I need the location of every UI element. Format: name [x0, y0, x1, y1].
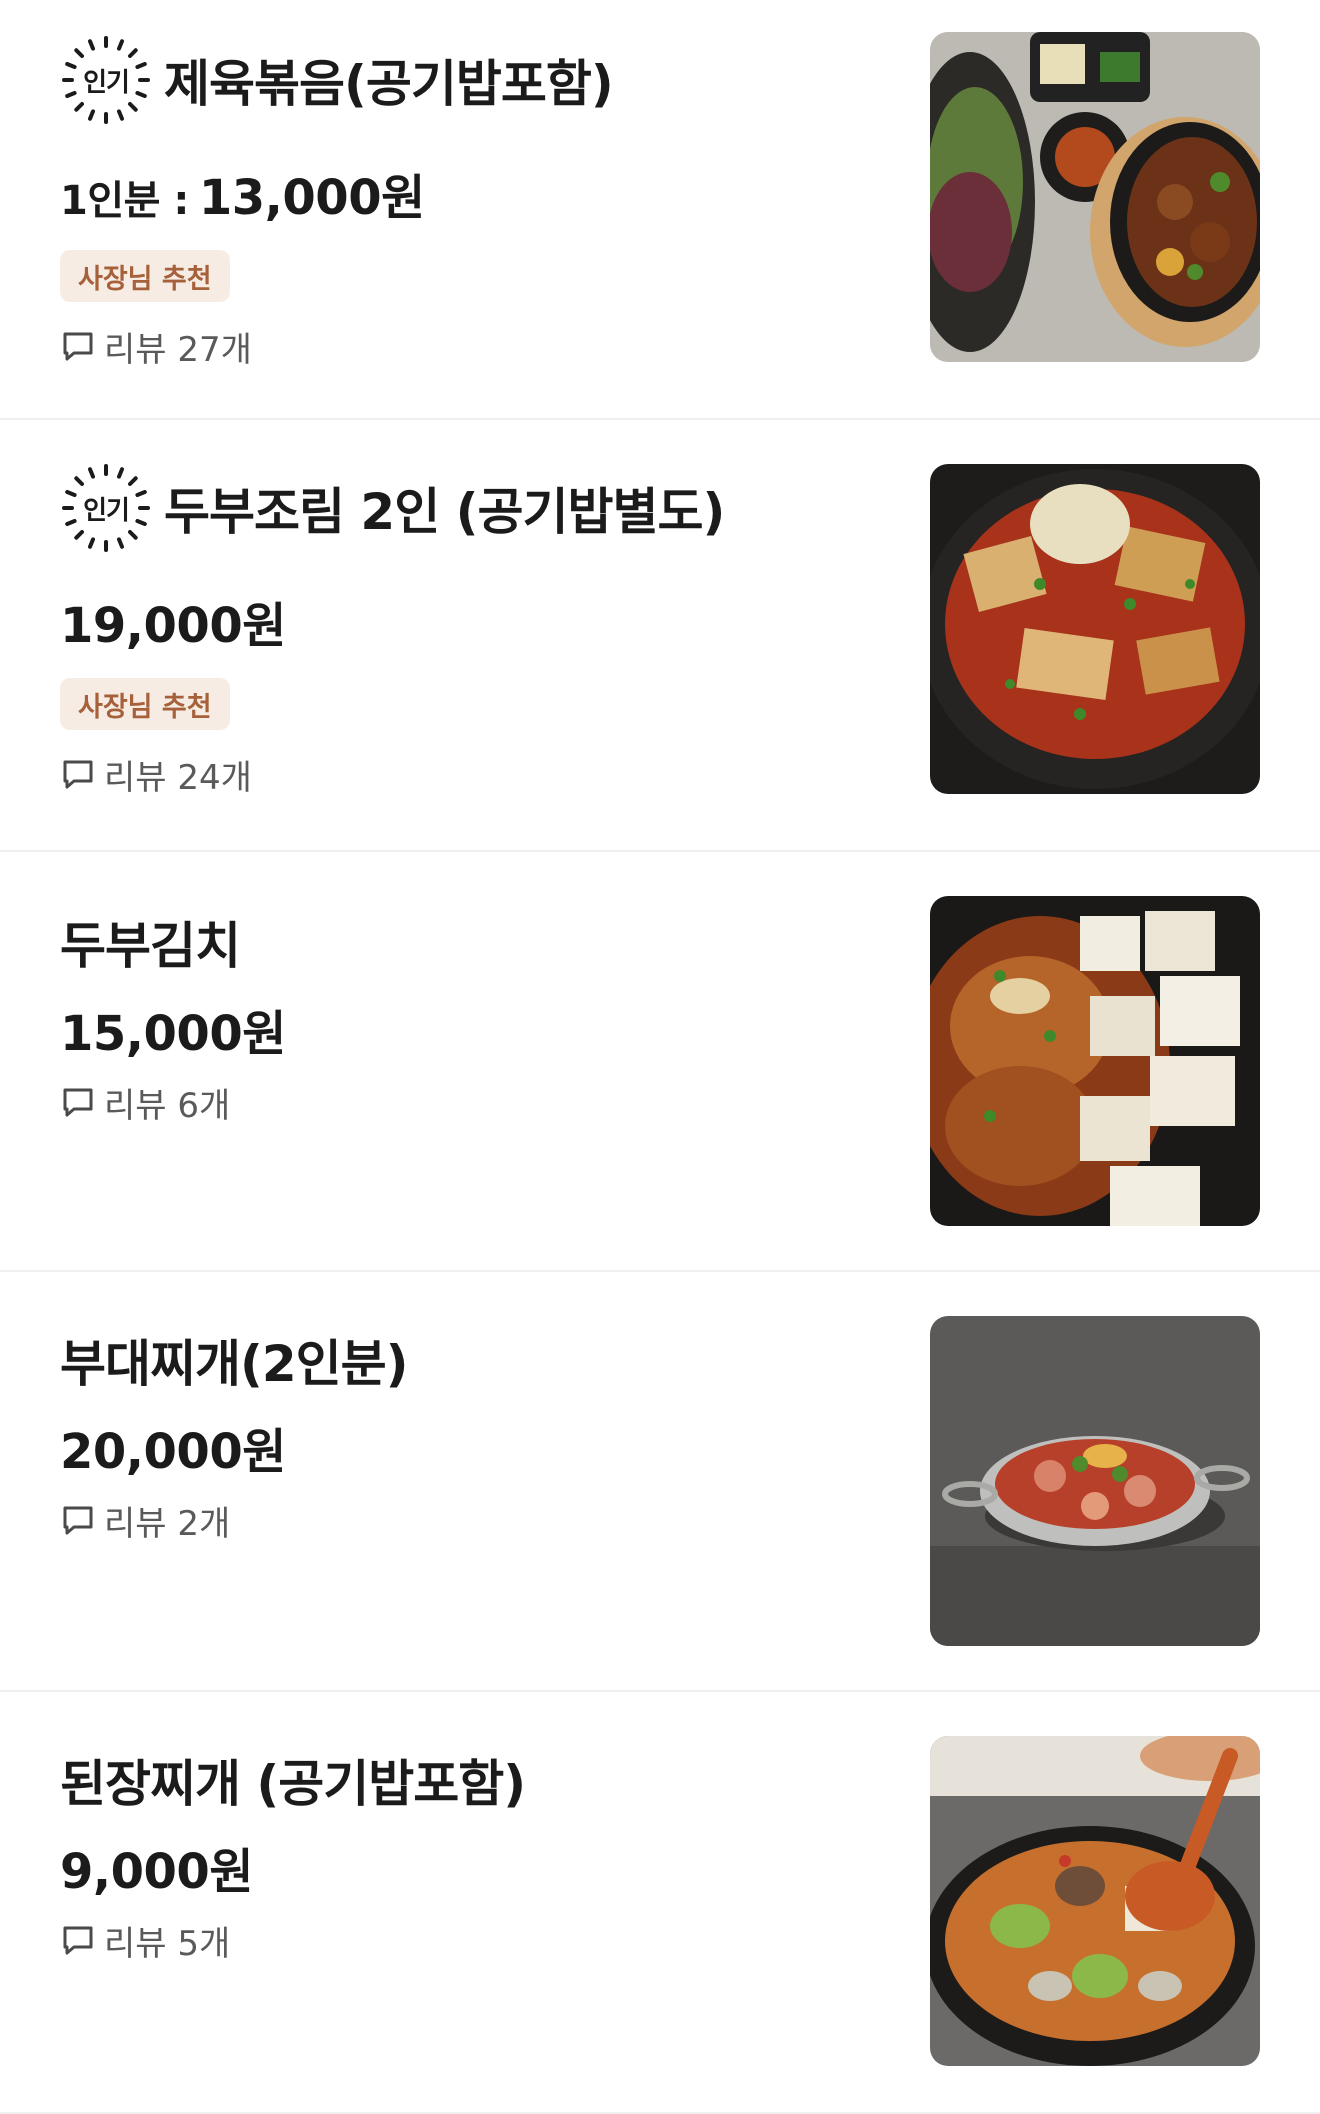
- title-row: 인기 두부조림 2인 (공기밥별도): [60, 462, 725, 554]
- menu-item-price: 9,000원: [60, 1832, 254, 1902]
- menu-item-dubu-kimchi[interactable]: 두부김치 15,000원 리뷰 6개: [0, 852, 1320, 1272]
- popular-badge: 인기: [60, 462, 152, 554]
- review-count: 리뷰 24개: [60, 752, 252, 798]
- popular-badge: 인기: [60, 34, 152, 126]
- menu-item-jeyuk[interactable]: 인기 제육볶음(공기밥포함) 1인분 :13,000원 사장님 추천 리뷰 27…: [0, 0, 1320, 420]
- review-label: 리뷰: [104, 757, 167, 798]
- popular-badge-label: 인기: [83, 67, 130, 98]
- review-label: 리뷰: [104, 1923, 167, 1964]
- review-count: 리뷰 6개: [60, 1080, 231, 1126]
- title-row: 부대찌개(2인분): [60, 1314, 408, 1406]
- review-count-value: 24개: [177, 757, 252, 798]
- menu-item-title: 부대찌개(2인분): [60, 1335, 408, 1393]
- menu-item-price: 20,000원: [60, 1412, 286, 1482]
- price-value: 20,000원: [60, 1424, 286, 1480]
- menu-item-dubu-jorim[interactable]: 인기 두부조림 2인 (공기밥별도) 19,000원 사장님 추천 리뷰 24개: [0, 420, 1320, 852]
- price-value: 15,000원: [60, 1006, 286, 1062]
- popular-badge-label: 인기: [83, 495, 130, 526]
- owner-recommend-tag: 사장님 추천: [60, 250, 230, 302]
- price-unit-label: 1인분 :: [60, 178, 189, 224]
- menu-item-title: 된장찌개 (공기밥포함): [60, 1755, 526, 1813]
- menu-item-price: 15,000원: [60, 994, 286, 1064]
- review-count: 리뷰 2개: [60, 1498, 231, 1544]
- menu-item-price: 1인분 :13,000원: [60, 158, 425, 228]
- doenjang-jjigae-photo[interactable]: [930, 1736, 1260, 2066]
- review-count-value: 6개: [177, 1085, 231, 1126]
- menu-item-title: 제육볶음(공기밥포함): [164, 55, 614, 113]
- dubu-kimchi-photo[interactable]: [930, 896, 1260, 1226]
- speech-bubble-icon: [63, 760, 93, 789]
- owner-recommend-tag: 사장님 추천: [60, 678, 230, 730]
- review-count: 리뷰 27개: [60, 324, 252, 370]
- menu-item-title: 두부조림 2인 (공기밥별도): [164, 483, 725, 541]
- budae-jjigae-photo[interactable]: [930, 1316, 1260, 1646]
- menu-item-doenjang-jjigae[interactable]: 된장찌개 (공기밥포함) 9,000원 리뷰 5개: [0, 1692, 1320, 2114]
- review-count: 리뷰 5개: [60, 1918, 231, 1964]
- review-count-value: 5개: [177, 1923, 231, 1964]
- menu-item-budae-jjigae[interactable]: 부대찌개(2인분) 20,000원 리뷰 2개: [0, 1272, 1320, 1692]
- menu-item-title: 두부김치: [60, 917, 241, 975]
- title-row: 두부김치: [60, 896, 241, 988]
- review-count-value: 2개: [177, 1503, 231, 1544]
- price-value: 13,000원: [198, 170, 425, 226]
- title-row: 인기 제육볶음(공기밥포함): [60, 34, 614, 126]
- title-row: 된장찌개 (공기밥포함): [60, 1734, 526, 1826]
- review-label: 리뷰: [104, 329, 167, 370]
- price-value: 9,000원: [60, 1844, 254, 1900]
- jeyuk-bokkeum-photo[interactable]: [930, 32, 1260, 362]
- menu-list: 인기 제육볶음(공기밥포함) 1인분 :13,000원 사장님 추천 리뷰 27…: [0, 0, 1320, 2114]
- price-value: 19,000원: [60, 598, 286, 654]
- speech-bubble-icon: [63, 1926, 93, 1955]
- speech-bubble-icon: [63, 332, 93, 361]
- speech-bubble-icon: [63, 1088, 93, 1117]
- review-label: 리뷰: [104, 1503, 167, 1544]
- review-count-value: 27개: [177, 329, 252, 370]
- review-label: 리뷰: [104, 1085, 167, 1126]
- menu-item-price: 19,000원: [60, 586, 286, 656]
- speech-bubble-icon: [63, 1506, 93, 1535]
- dubu-jorim-photo[interactable]: [930, 464, 1260, 794]
